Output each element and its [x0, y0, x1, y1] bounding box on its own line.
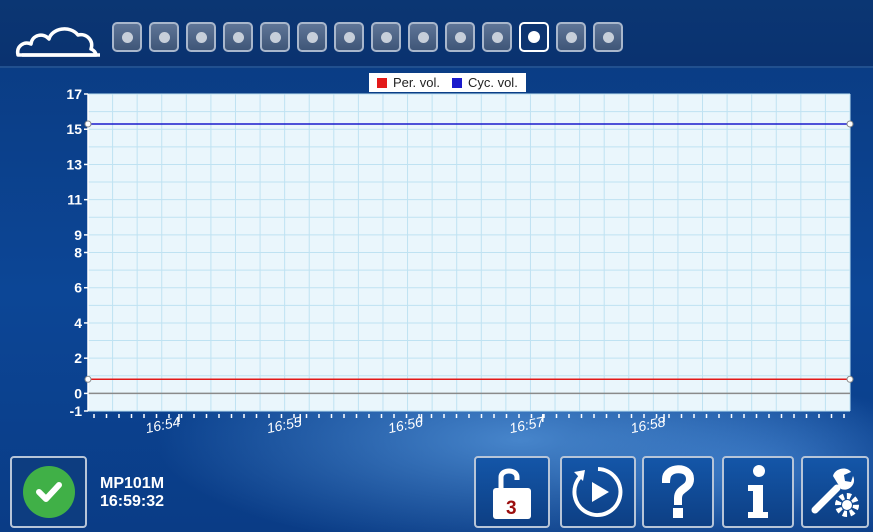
y-tick-label: 15 [66, 121, 82, 137]
y-tick-label: 6 [74, 280, 82, 296]
page-dot [602, 31, 614, 43]
page-dot [417, 31, 429, 43]
x-tick-label: 16:55 [265, 413, 303, 436]
y-tick-label: 8 [74, 245, 82, 261]
page-button-6[interactable] [297, 22, 327, 52]
device-status: MP101M 16:59:32 [100, 475, 164, 511]
device-time: 16:59:32 [100, 493, 165, 510]
series-point [84, 120, 92, 128]
series-point [84, 375, 92, 383]
page-dot [158, 31, 170, 43]
unlock-button[interactable]: 3 [474, 456, 550, 528]
page-button-1[interactable] [112, 22, 142, 52]
page-dot [454, 31, 466, 43]
cloud-icon[interactable] [14, 22, 100, 58]
start-cycle-button[interactable] [560, 456, 636, 528]
page-selector [112, 22, 623, 56]
x-tick-label: 16:58 [629, 413, 667, 436]
page-button-9[interactable] [408, 22, 438, 52]
y-tick-label: 4 [74, 315, 82, 331]
page-button-14[interactable] [593, 22, 623, 52]
check-icon [22, 466, 75, 518]
series-point [846, 120, 854, 128]
page-button-3[interactable] [186, 22, 216, 52]
x-tick-label: 16:57 [508, 413, 547, 436]
page-button-5[interactable] [260, 22, 290, 52]
y-tick-label: 0 [74, 385, 82, 401]
info-button[interactable] [722, 456, 794, 528]
page-button-2[interactable] [149, 22, 179, 52]
question-icon [661, 465, 695, 518]
page-dot [565, 31, 577, 43]
y-tick-label: -1 [70, 403, 83, 419]
page-button-4[interactable] [223, 22, 253, 52]
page-dot [121, 31, 133, 43]
page-dot [269, 31, 281, 43]
page-button-12[interactable] [519, 22, 549, 52]
page-button-7[interactable] [334, 22, 364, 52]
device-name: MP101M [100, 475, 165, 492]
x-tick-label: 16:56 [387, 413, 425, 436]
page-button-10[interactable] [445, 22, 475, 52]
page-dot [491, 31, 503, 43]
volume-chart: 17 15 13 11 9 8 6 4 2 0 -1 16:54 16:55 16:56 16:57 16:5… [66, 86, 854, 436]
series-point [846, 375, 854, 383]
bottom-toolbar: MP101M 16:59:32 3 [0, 449, 873, 532]
y-tick-label: 13 [66, 156, 82, 172]
x-tick-label: 16:54 [144, 413, 182, 436]
tools-icon [811, 468, 859, 517]
y-tick-label: 11 [67, 192, 82, 208]
settings-button[interactable] [801, 456, 869, 528]
page-dot [343, 31, 355, 43]
y-tick-label: 2 [74, 350, 82, 366]
page-button-13[interactable] [556, 22, 586, 52]
y-tick-label: 17 [66, 86, 82, 102]
page-dot [195, 31, 207, 43]
page-dot [528, 31, 540, 43]
play-cycle-icon [572, 467, 623, 517]
page-button-8[interactable] [371, 22, 401, 52]
page-button-11[interactable] [482, 22, 512, 52]
top-bar [0, 0, 873, 68]
page-dot [232, 31, 244, 43]
page-dot [306, 31, 318, 43]
ok-button[interactable] [10, 456, 87, 528]
lock-level-badge: 3 [506, 498, 517, 519]
page-dot [380, 31, 392, 43]
info-icon [748, 465, 768, 518]
help-button[interactable] [642, 456, 714, 528]
y-tick-label: 9 [74, 227, 82, 243]
